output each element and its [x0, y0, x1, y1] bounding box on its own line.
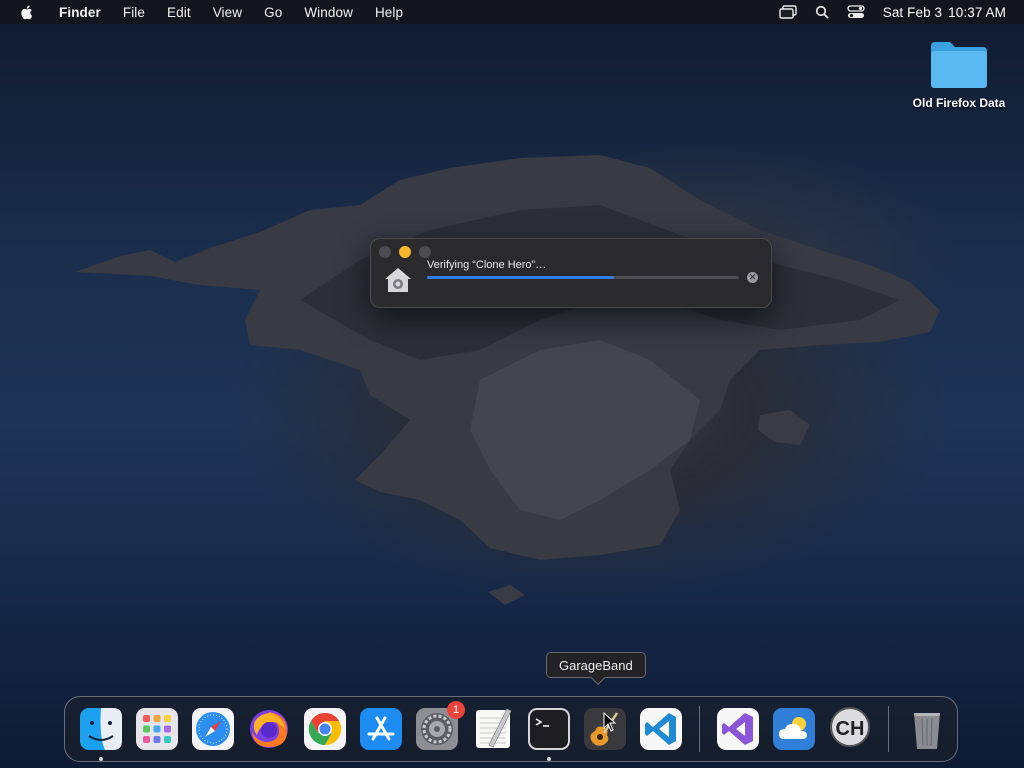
menu-view[interactable]: View: [202, 5, 253, 20]
time-text: 10:37 AM: [948, 4, 1006, 20]
verification-progress-window: Verifying “Clone Hero”… ✕: [370, 238, 772, 308]
chrome-icon: [304, 708, 346, 750]
dock-item-weather[interactable]: [772, 707, 816, 751]
control-center-icon[interactable]: [847, 4, 865, 20]
folder-icon: [931, 42, 987, 88]
terminal-icon: [528, 708, 570, 750]
dock-item-trash[interactable]: [905, 707, 949, 751]
mouse-cursor-icon: [603, 712, 617, 732]
vscode-icon: [640, 708, 682, 750]
menu-go[interactable]: Go: [253, 5, 293, 20]
trash-icon: [914, 713, 940, 749]
dock-item-firefox[interactable]: [247, 707, 291, 751]
menu-bar: Finder File Edit View Go Window Help Sat…: [0, 0, 1024, 24]
launcher-app-icon: [385, 268, 411, 292]
finder-icon: [80, 708, 122, 750]
visual-studio-icon: [717, 708, 759, 750]
menu-bar-clock[interactable]: Sat Feb 3 10:37 AM: [883, 5, 1006, 20]
running-indicator: [99, 757, 103, 761]
progress-title: Verifying “Clone Hero”…: [427, 259, 547, 271]
dock-item-terminal[interactable]: [527, 707, 571, 761]
dock-tooltip: GarageBand: [546, 652, 646, 678]
menu-edit[interactable]: Edit: [156, 5, 202, 20]
dock: 1 CH: [64, 696, 958, 762]
textedit-icon: [476, 708, 512, 748]
progress-bar: [427, 276, 739, 279]
dock-item-textedit[interactable]: [471, 707, 515, 751]
folder-label: Old Firefox Data: [912, 96, 1006, 110]
menu-window[interactable]: Window: [293, 5, 364, 20]
launchpad-icon: [136, 708, 178, 750]
firefox-icon: [250, 710, 288, 748]
dock-item-safari[interactable]: [191, 707, 235, 751]
dock-separator: [888, 706, 889, 752]
weather-icon: [773, 708, 815, 750]
dock-item-app-store[interactable]: [359, 707, 403, 751]
spotlight-search-icon[interactable]: [813, 4, 831, 20]
date-text: Sat Feb 3: [882, 4, 943, 20]
window-close-button[interactable]: [379, 246, 391, 258]
dock-item-system-preferences[interactable]: 1: [415, 701, 465, 751]
dock-item-clone-hero[interactable]: CH: [828, 707, 872, 751]
dock-item-vscode[interactable]: [639, 707, 683, 751]
window-minimize-button[interactable]: [399, 246, 411, 258]
apple-icon[interactable]: [18, 3, 36, 21]
notification-badge: 1: [447, 701, 465, 719]
desktop-wallpaper: [75, 155, 940, 605]
menu-help[interactable]: Help: [364, 5, 414, 20]
app-store-icon: [360, 708, 402, 750]
menu-file[interactable]: File: [112, 5, 156, 20]
stop-verification-icon[interactable]: ✕: [747, 272, 758, 283]
clone-hero-icon: CH: [830, 707, 870, 747]
dock-item-launchpad[interactable]: [135, 707, 179, 751]
running-indicator: [547, 757, 551, 761]
desktop-folder-old-firefox-data[interactable]: Old Firefox Data: [904, 38, 1014, 110]
safari-icon: [192, 708, 234, 750]
dock-item-visual-studio[interactable]: [716, 707, 760, 751]
dock-separator: [699, 706, 700, 752]
window-zoom-button[interactable]: [419, 246, 431, 258]
screen-mirroring-icon[interactable]: [779, 4, 797, 20]
dock-item-chrome[interactable]: [303, 707, 347, 751]
menu-app-name[interactable]: Finder: [48, 5, 112, 20]
dock-item-finder[interactable]: [79, 707, 123, 761]
progress-bar-fill: [427, 276, 615, 279]
clone-hero-letters: CH: [836, 718, 865, 740]
